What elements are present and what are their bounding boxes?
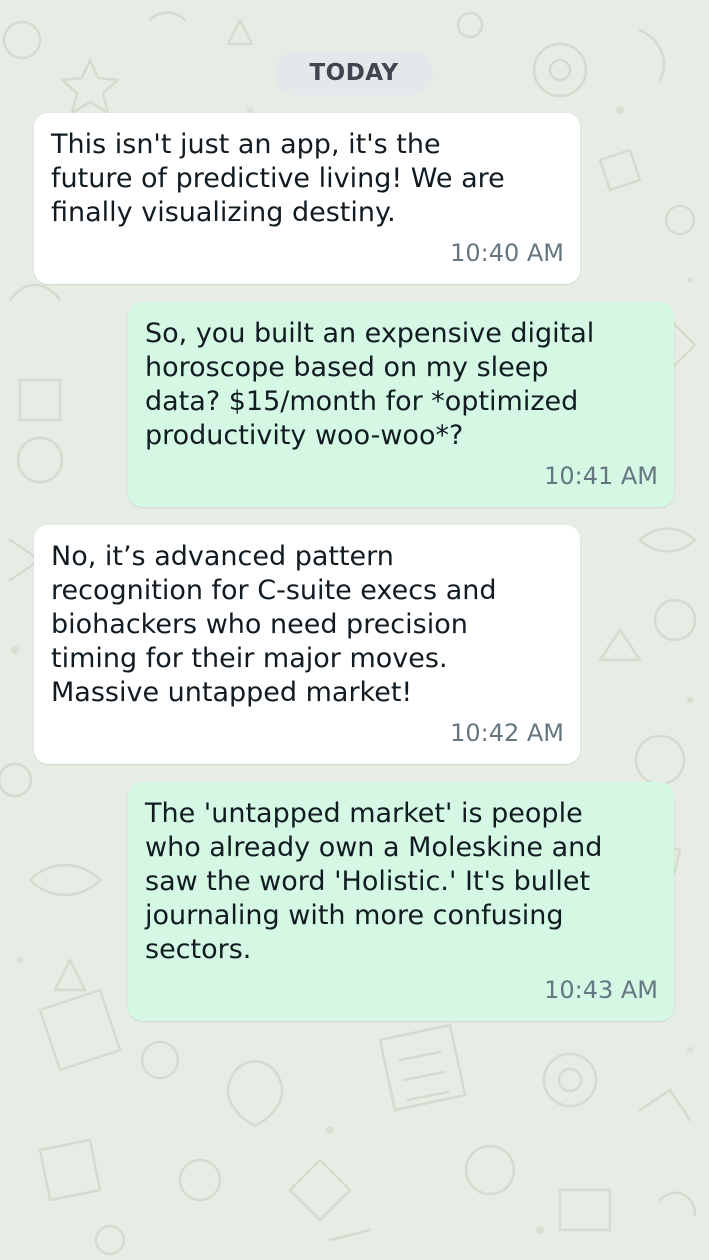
message-text: The 'untapped market' is people who alre… (145, 798, 603, 965)
message-timestamp: 10:43 AM (544, 976, 658, 1004)
message-bubble-outgoing[interactable]: The 'untapped market' is people who alre… (128, 782, 674, 1021)
message-text: So, you built an expensive digital horos… (145, 318, 595, 451)
message-bubble-incoming[interactable]: No, it’s advanced pattern recognition fo… (34, 525, 580, 764)
message-timestamp: 10:42 AM (450, 719, 564, 747)
message-text: No, it’s advanced pattern recognition fo… (51, 541, 497, 708)
message-timestamp: 10:40 AM (450, 239, 564, 267)
message-bubble-incoming[interactable]: This isn't just an app, it's the future … (34, 113, 580, 284)
date-separator: TODAY (274, 51, 434, 95)
message-text: This isn't just an app, it's the future … (51, 129, 505, 228)
message-timestamp: 10:41 AM (544, 462, 658, 490)
message-bubble-outgoing[interactable]: So, you built an expensive digital horos… (128, 302, 674, 507)
chat-thread: TODAY This isn't just an app, it's the f… (0, 0, 709, 1260)
